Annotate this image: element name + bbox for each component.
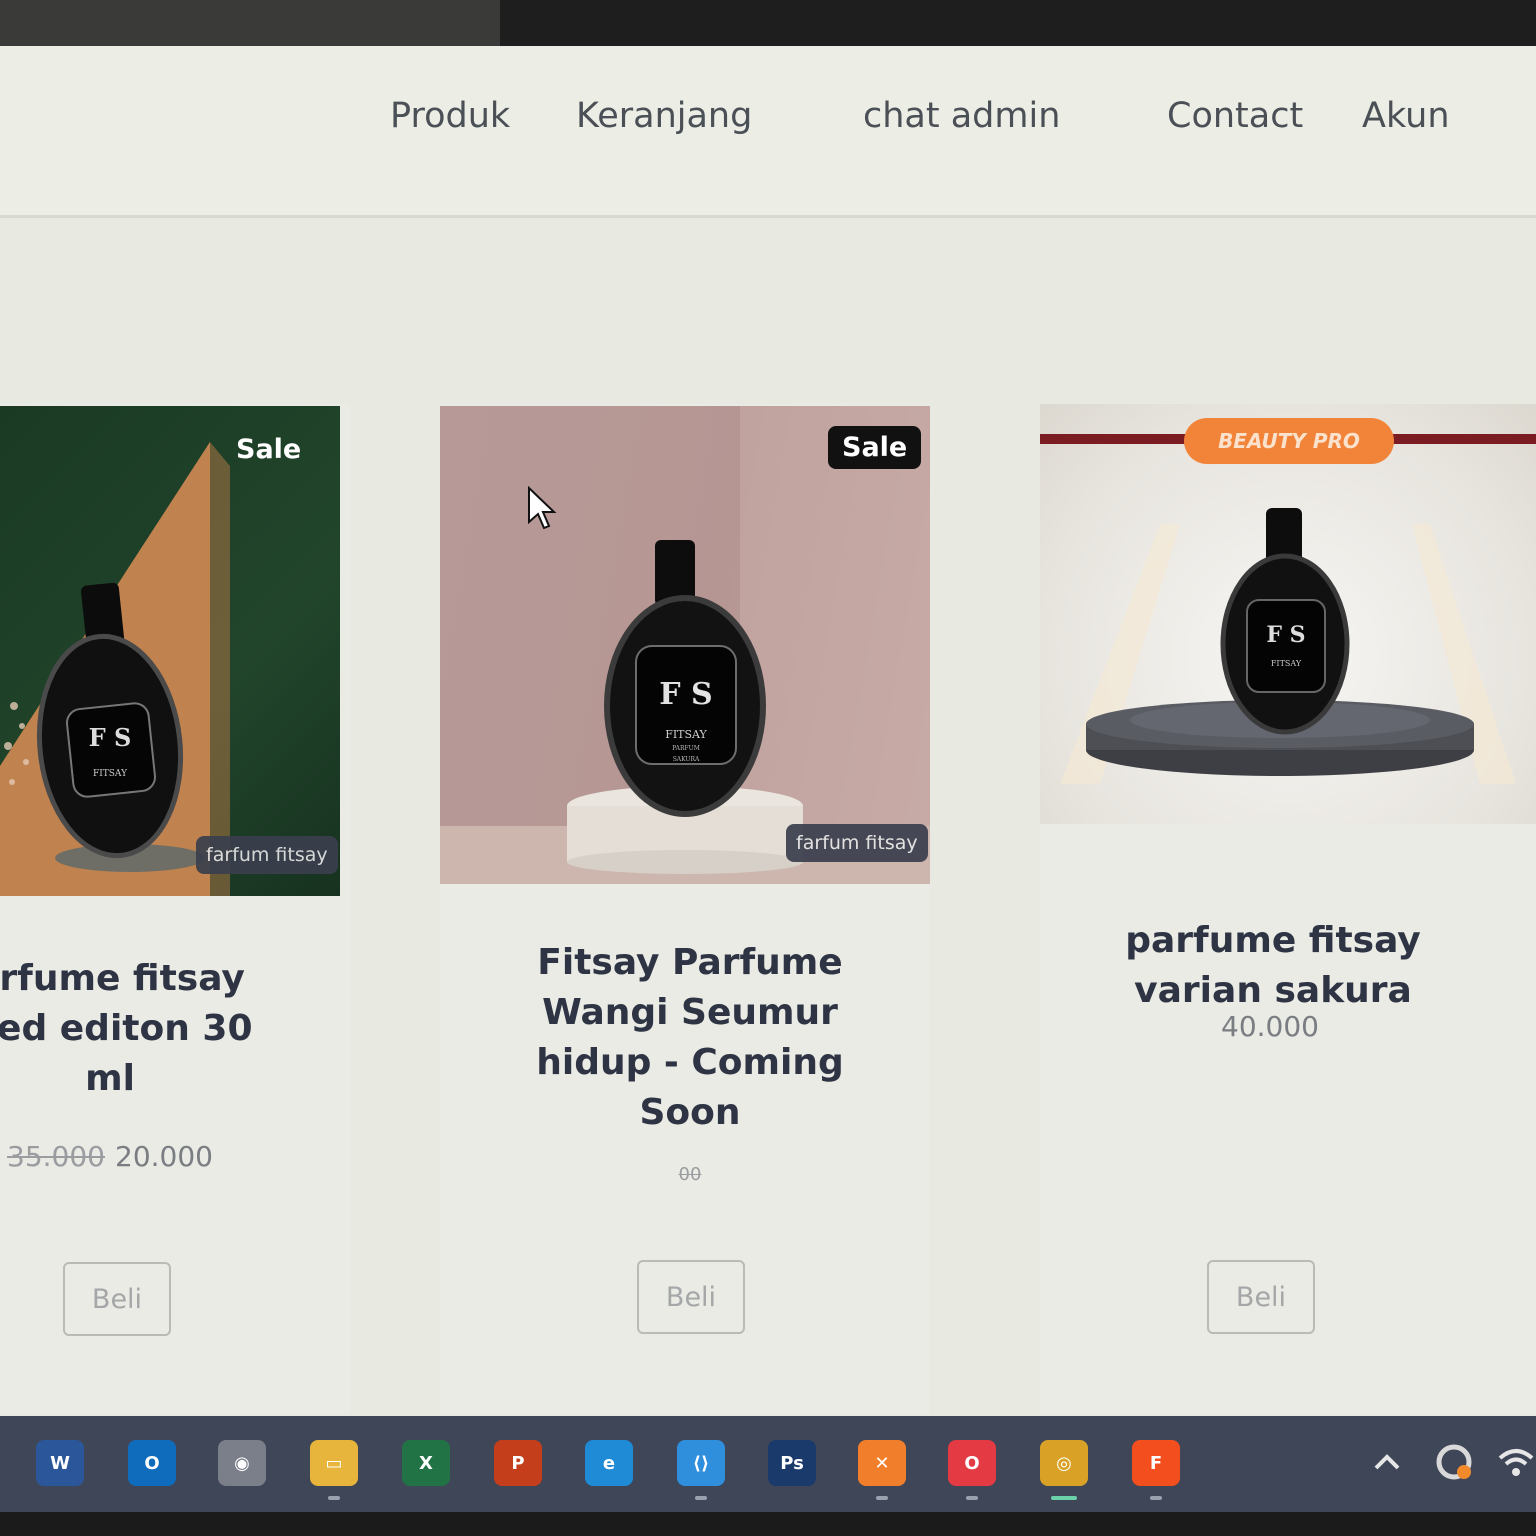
- title-line: Wangi Seumur: [542, 992, 838, 1033]
- title-line: varian sakura: [1134, 970, 1412, 1011]
- monitor-bezel-top: [0, 0, 1536, 48]
- title-line: ml: [85, 1058, 135, 1099]
- product-card: F S FITSAY Sale farfum fitsay arfume fit…: [0, 404, 350, 1414]
- product-photo: F S FITSAY: [0, 442, 230, 896]
- beauty-pro-banner: BEAUTY PRO: [1184, 418, 1394, 464]
- file-explorer-icon[interactable]: ▭: [310, 1440, 358, 1486]
- product-card: F S FITSAY BEAUTY PRO parfume fitsay var…: [1040, 404, 1536, 1414]
- running-indicator: [966, 1496, 978, 1500]
- product-card: F S FITSAY PARFUM SAKURA Sale farfum fit…: [440, 404, 930, 1414]
- navbar: Produk Keranjang chat admin Contact Akun: [0, 46, 1536, 218]
- word-icon[interactable]: W: [36, 1440, 84, 1486]
- old-price: 35.000: [7, 1140, 105, 1173]
- running-indicator: [1150, 1496, 1162, 1500]
- bottle-subtitle: PARFUM: [672, 745, 700, 752]
- product-title[interactable]: parfume fitsay varian sakura: [1068, 916, 1478, 1016]
- buy-button[interactable]: Beli: [637, 1260, 745, 1334]
- xampp-icon[interactable]: ✕: [858, 1440, 906, 1486]
- nav-contact[interactable]: Contact: [1167, 96, 1303, 136]
- sync-icon[interactable]: [1432, 1440, 1476, 1484]
- current-price: 20.000: [115, 1140, 213, 1173]
- bottle-name: FITSAY: [1271, 659, 1302, 668]
- old-price: 0: [678, 1164, 690, 1185]
- opera-icon[interactable]: O: [948, 1440, 996, 1486]
- title-line: hidup - Coming: [536, 1042, 844, 1083]
- running-indicator: [695, 1496, 707, 1500]
- title-line: ited editon 30: [0, 1008, 253, 1049]
- sale-badge: Sale: [828, 426, 922, 469]
- mouse-cursor-icon: [528, 486, 557, 530]
- nav-chat-admin[interactable]: chat admin: [863, 96, 1060, 136]
- product-photo: F S FITSAY PARFUM SAKURA: [440, 406, 930, 884]
- sale-badge: Sale: [236, 434, 302, 465]
- title-line: parfume fitsay: [1125, 920, 1421, 961]
- chevron-up-icon[interactable]: [1372, 1448, 1402, 1478]
- product-title[interactable]: arfume fitsay ited editon 30 ml: [0, 954, 300, 1104]
- title-line: arfume fitsay: [0, 958, 245, 999]
- running-indicator: [1051, 1496, 1077, 1500]
- nav-produk[interactable]: Produk: [390, 96, 510, 136]
- wifi-icon[interactable]: [1496, 1442, 1536, 1482]
- product-image[interactable]: F S FITSAY BEAUTY PRO: [1040, 404, 1536, 824]
- product-price: 40.000: [1170, 1010, 1370, 1043]
- camera-icon[interactable]: ◉: [218, 1440, 266, 1486]
- product-title[interactable]: Fitsay Parfume Wangi Seumur hidup - Comi…: [485, 938, 895, 1138]
- nav-akun[interactable]: Akun: [1362, 96, 1450, 136]
- product-image[interactable]: F S FITSAY Sale farfum fitsay: [0, 406, 340, 896]
- chrome-icon[interactable]: ◎: [1040, 1440, 1088, 1486]
- old-price-2: 0: [690, 1164, 702, 1185]
- running-indicator: [876, 1496, 888, 1500]
- photoshop-icon[interactable]: Ps: [768, 1440, 816, 1486]
- edge-icon[interactable]: e: [585, 1440, 633, 1486]
- buy-button[interactable]: Beli: [1207, 1260, 1315, 1334]
- bottle-monogram: F S: [89, 723, 132, 752]
- brand-tag: farfum fitsay: [196, 836, 338, 874]
- browser-viewport: Produk Keranjang chat admin Contact Akun…: [0, 46, 1536, 1416]
- title-line: Soon: [639, 1092, 741, 1133]
- figma-icon[interactable]: F: [1132, 1440, 1180, 1486]
- powerpoint-icon[interactable]: P: [494, 1440, 542, 1486]
- bottle-monogram: F S: [659, 677, 712, 712]
- product-image[interactable]: F S FITSAY PARFUM SAKURA Sale farfum fit…: [440, 406, 930, 884]
- buy-button[interactable]: Beli: [63, 1262, 171, 1336]
- excel-icon[interactable]: X: [402, 1440, 450, 1486]
- nav-keranjang[interactable]: Keranjang: [576, 96, 752, 136]
- vscode-icon[interactable]: ⟨⟩: [677, 1440, 725, 1486]
- bottle-variant: SAKURA: [673, 756, 700, 763]
- bezel-shadow: [0, 0, 500, 48]
- bottle-name: FITSAY: [665, 728, 707, 741]
- outlook-icon[interactable]: O: [128, 1440, 176, 1486]
- bottle-name: FITSAY: [93, 769, 128, 779]
- taskbar: W O ◉ ▭ X Pe ⟨⟩ Ps ✕ O ◎ F: [0, 1416, 1536, 1512]
- monitor-bezel-bottom: [0, 1512, 1536, 1536]
- bottle-monogram: F S: [1266, 622, 1305, 648]
- product-photo: F S FITSAY: [1040, 434, 1536, 784]
- product-price: 00: [590, 1164, 790, 1185]
- current-price: 40.000: [1221, 1010, 1319, 1043]
- product-price: 35.000 20.000: [0, 1140, 240, 1173]
- title-line: Fitsay Parfume: [537, 942, 843, 983]
- running-indicator: [328, 1496, 340, 1500]
- brand-tag: farfum fitsay: [786, 824, 928, 862]
